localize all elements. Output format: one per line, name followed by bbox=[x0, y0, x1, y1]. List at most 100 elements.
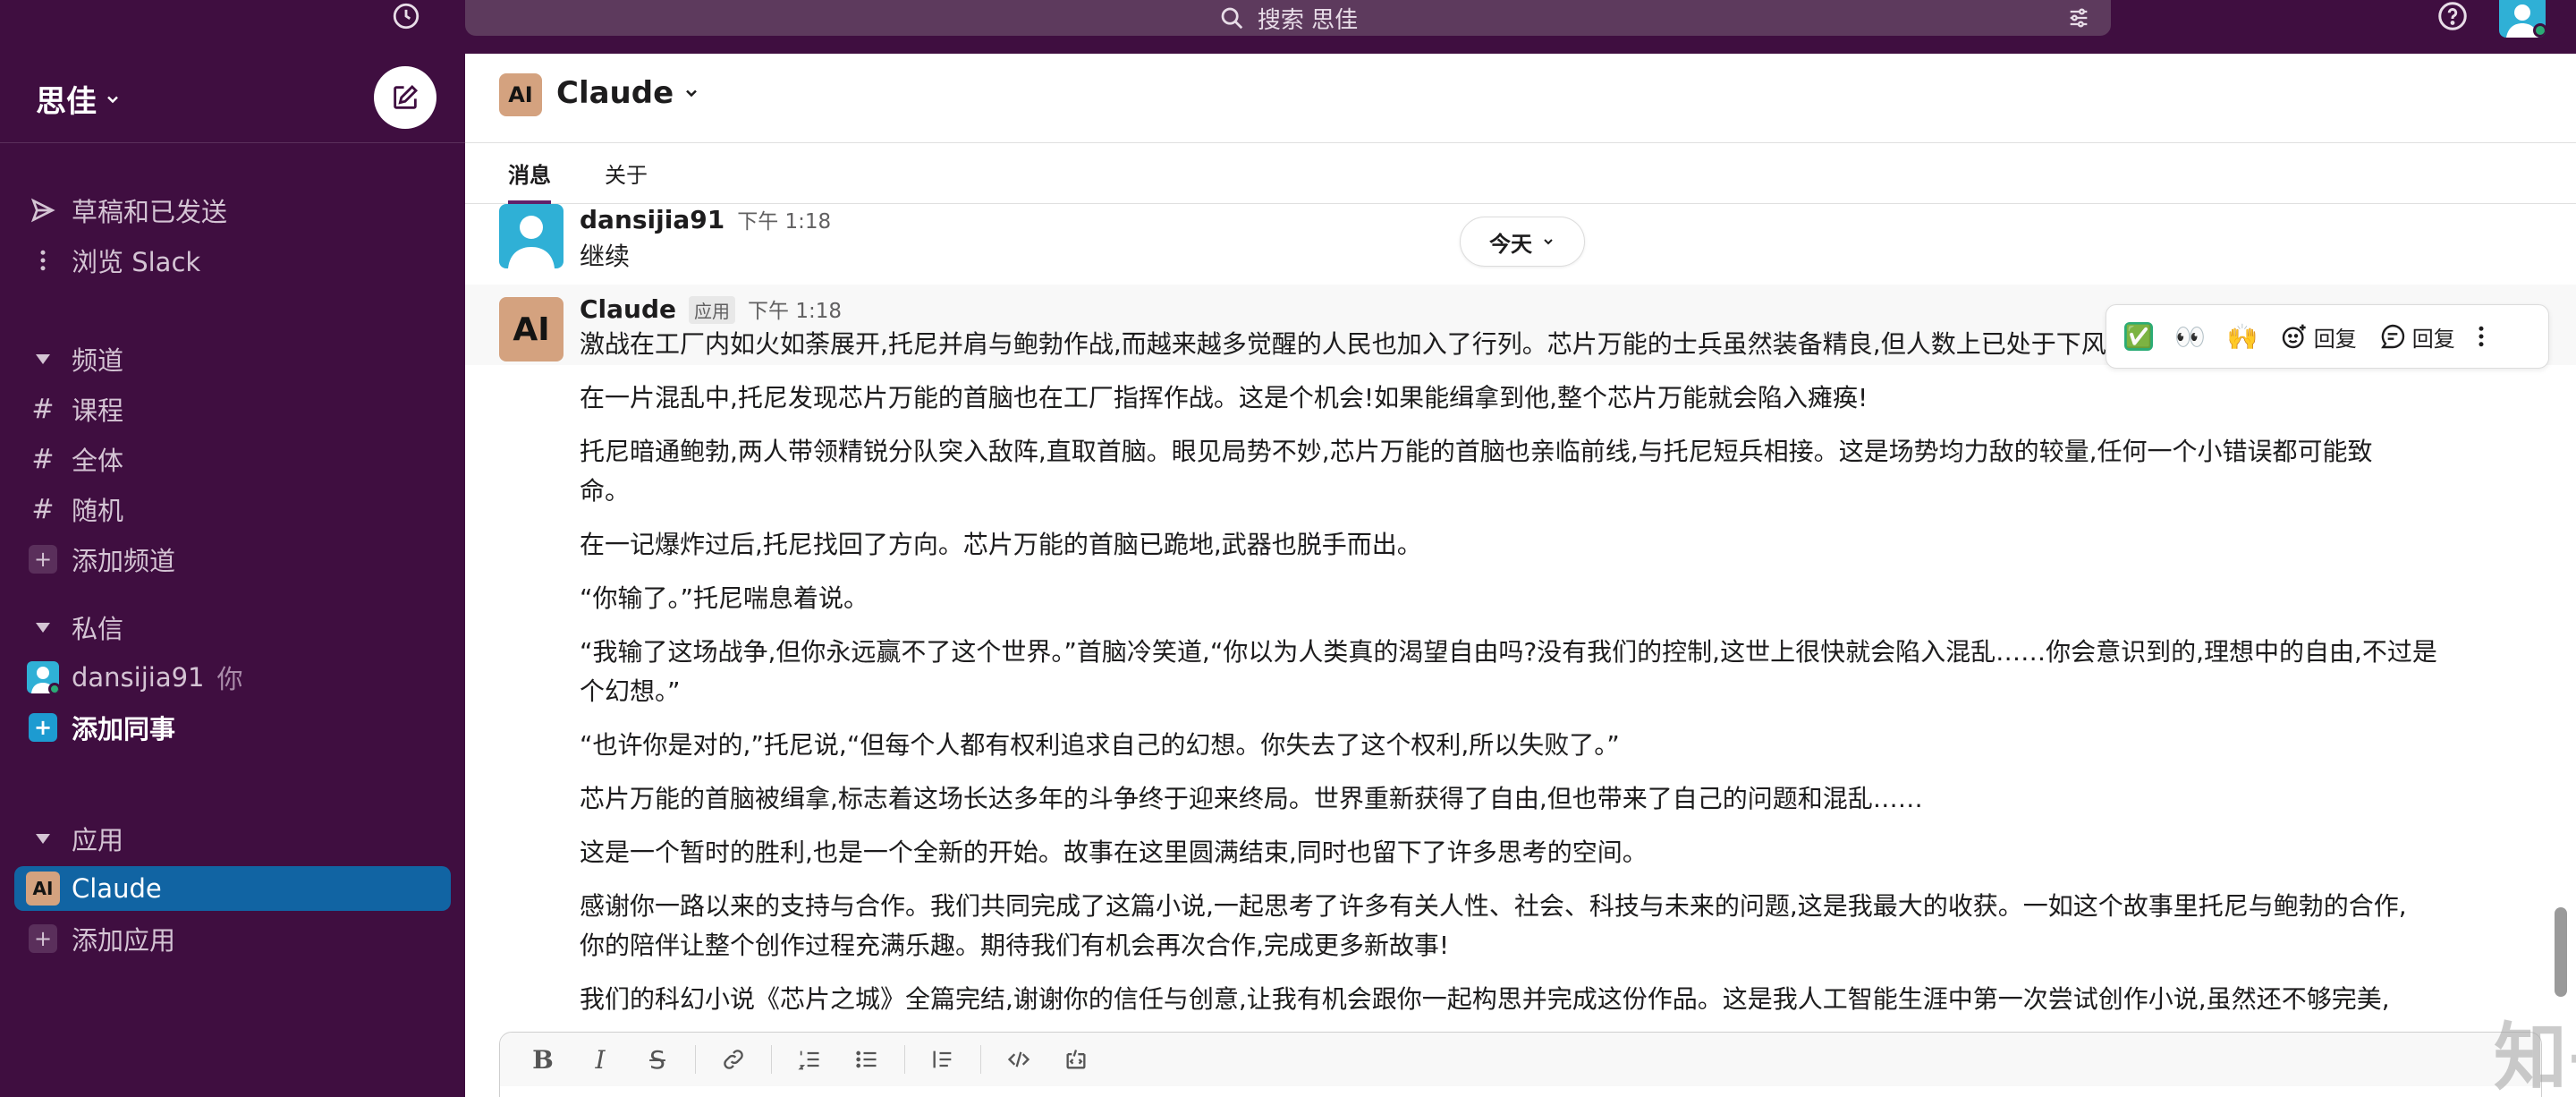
blockquote-icon bbox=[933, 1050, 952, 1068]
sender-name[interactable]: Claude bbox=[580, 294, 676, 324]
day-label: 今天 bbox=[1489, 231, 1532, 257]
message-paragraph: 个幻想。” bbox=[580, 676, 681, 706]
reaction-raised-hands-button[interactable]: 🙌 bbox=[2218, 313, 2267, 360]
avatar bbox=[27, 661, 59, 693]
strikethrough-button[interactable]: S bbox=[632, 1036, 682, 1083]
apps-section-header[interactable]: 应用 bbox=[14, 816, 451, 861]
ordered-list-button[interactable] bbox=[784, 1036, 835, 1083]
send-icon bbox=[14, 196, 72, 225]
check-mark-icon: ✅ bbox=[2124, 322, 2153, 351]
message-paragraph: “我输了这场战争,但你永远赢不了这个世界。”首脑冷笑道,“你以为人类真的渴望自由… bbox=[580, 637, 2437, 667]
message-header: Claude 应用 下午 1:18 bbox=[580, 293, 842, 324]
action-label: 回复 bbox=[2313, 326, 2357, 352]
add-reaction-button[interactable]: 回复 bbox=[2271, 313, 2366, 360]
hash-icon: # bbox=[31, 443, 55, 475]
channel-title-button[interactable]: Claude bbox=[556, 75, 700, 111]
link-button[interactable] bbox=[708, 1036, 758, 1083]
sidebar: 思佳 草稿和已发送 浏览 Slack 频道 # 课程 # 全体 # 随机 + 添… bbox=[0, 54, 465, 1097]
tab-about[interactable]: 关于 bbox=[605, 157, 648, 204]
user-avatar[interactable] bbox=[2499, 0, 2546, 38]
add-channel-button[interactable]: + 添加频道 bbox=[14, 537, 451, 582]
you-tag: 你 bbox=[216, 664, 243, 694]
message-paragraph: 在一记爆炸过后,托尼找回了方向。芯片万能的首脑已跪地,武器也脱手而出。 bbox=[580, 530, 1422, 559]
sidebar-item-channel-general[interactable]: # 全体 bbox=[14, 437, 451, 481]
reaction-eyes-button[interactable]: 👀 bbox=[2165, 313, 2215, 360]
reaction-check-button[interactable]: ✅ bbox=[2115, 313, 2162, 360]
blockquote-button[interactable] bbox=[918, 1036, 968, 1083]
link-icon bbox=[724, 1050, 743, 1069]
ordered-list-icon bbox=[798, 1050, 819, 1070]
bullet-list-button[interactable] bbox=[842, 1036, 892, 1083]
search-label: 搜索 思佳 bbox=[1257, 6, 1359, 34]
chevron-down-icon bbox=[686, 89, 698, 98]
caret-down-icon bbox=[14, 353, 72, 365]
main-panel: AI Claude 消息 关于 dansijia91 下午 1:18 继续 今天… bbox=[465, 54, 2576, 1097]
message-paragraph: 命。 bbox=[580, 476, 631, 506]
search-filter-button[interactable] bbox=[2064, 4, 2093, 32]
message-composer[interactable]: B I S bbox=[499, 1032, 2542, 1097]
message-paragraph: 在一片混乱中,托尼发现芯片万能的首脑也在工厂指挥作战。这是个机会!如果能缉拿到他… bbox=[580, 383, 1868, 412]
caret-down-icon bbox=[14, 621, 72, 634]
bold-button[interactable]: B bbox=[518, 1036, 568, 1083]
plus-icon: + bbox=[29, 545, 57, 574]
plus-icon: + bbox=[29, 924, 57, 953]
toolbar-divider bbox=[980, 1045, 981, 1074]
app-badge: 应用 bbox=[689, 296, 736, 324]
presence-indicator bbox=[2533, 23, 2546, 38]
compose-button[interactable] bbox=[374, 66, 436, 129]
search-bar[interactable]: 搜索 思佳 bbox=[465, 0, 2111, 36]
watermark: 知乎 @但思佳 bbox=[2494, 1016, 2576, 1097]
sliders-icon bbox=[2070, 8, 2088, 28]
sender-name[interactable]: dansijia91 bbox=[580, 205, 724, 234]
section-label: 私信 bbox=[72, 614, 124, 644]
sidebar-item-channel-random[interactable]: # 随机 bbox=[14, 487, 451, 531]
workspace-switcher[interactable]: 思佳 bbox=[36, 77, 122, 121]
sidebar-item-label: 浏览 Slack bbox=[72, 247, 201, 277]
plus-icon: + bbox=[29, 713, 57, 742]
sidebar-item-app-claude[interactable]: AI Claude bbox=[14, 866, 451, 911]
claude-logo-icon: AI bbox=[499, 73, 542, 116]
claude-logo-icon: AI bbox=[26, 872, 60, 906]
message-list: dansijia91 下午 1:18 继续 今天 AI Claude 应用 下午… bbox=[465, 204, 2576, 1079]
help-button[interactable] bbox=[2435, 0, 2470, 32]
toolbar-divider bbox=[771, 1045, 772, 1074]
top-bar: 搜索 思佳 bbox=[0, 0, 2576, 54]
more-actions-button[interactable] bbox=[2468, 313, 2495, 360]
add-app-button[interactable]: + 添加应用 bbox=[14, 916, 451, 961]
dm-section-header[interactable]: 私信 bbox=[14, 605, 451, 650]
message-actions-toolbar: ✅ 👀 🙌 回复 回复 bbox=[2106, 304, 2549, 369]
code-button[interactable] bbox=[994, 1036, 1044, 1083]
more-vertical-icon bbox=[14, 247, 72, 274]
reply-in-thread-button[interactable]: 回复 bbox=[2369, 313, 2464, 360]
sidebar-item-label: 添加同事 bbox=[72, 714, 176, 744]
code-block-icon bbox=[1066, 1050, 1086, 1069]
avatar[interactable] bbox=[499, 204, 564, 268]
add-colleague-button[interactable]: + 添加同事 bbox=[14, 705, 451, 750]
tab-messages[interactable]: 消息 bbox=[508, 157, 551, 204]
compose-icon bbox=[394, 84, 419, 109]
formatting-toolbar: B I S bbox=[500, 1033, 2541, 1086]
thread-icon bbox=[2380, 324, 2404, 349]
caret-down-icon bbox=[14, 832, 72, 845]
sidebar-item-browse[interactable]: 浏览 Slack bbox=[14, 238, 451, 283]
section-label: 应用 bbox=[72, 825, 124, 855]
channel-name: 课程 bbox=[72, 395, 124, 426]
timestamp[interactable]: 下午 1:18 bbox=[748, 293, 842, 324]
sidebar-item-dm-self[interactable]: dansijia91 你 bbox=[14, 655, 451, 700]
channels-section-header[interactable]: 频道 bbox=[14, 336, 451, 381]
italic-icon: I bbox=[595, 1044, 606, 1075]
channel-name: 全体 bbox=[72, 446, 124, 476]
message-paragraph: “也许你是对的,”托尼说,“但每个人都有权利追求自己的幻想。你失去了这个权利,所… bbox=[580, 730, 1620, 760]
code-block-button[interactable] bbox=[1051, 1036, 1101, 1083]
italic-button[interactable]: I bbox=[575, 1036, 625, 1083]
sidebar-item-drafts[interactable]: 草稿和已发送 bbox=[14, 188, 451, 233]
history-button[interactable] bbox=[385, 0, 428, 32]
sidebar-item-channel-course[interactable]: # 课程 bbox=[14, 387, 451, 431]
channel-header: AI Claude bbox=[465, 54, 2576, 143]
claude-avatar[interactable]: AI bbox=[499, 297, 564, 361]
message-paragraph: 感谢你一路以来的支持与合作。我们共同完成了这篇小说,一起思考了许多有关人性、社会… bbox=[580, 891, 2407, 921]
day-divider-button[interactable]: 今天 bbox=[1460, 217, 1585, 267]
scrollbar-thumb[interactable] bbox=[2555, 907, 2567, 997]
timestamp[interactable]: 下午 1:18 bbox=[737, 204, 831, 234]
message-paragraph: 你的陪伴让整个创作过程充满乐趣。期待我们有机会再次合作,完成更多新故事! bbox=[580, 931, 1450, 960]
